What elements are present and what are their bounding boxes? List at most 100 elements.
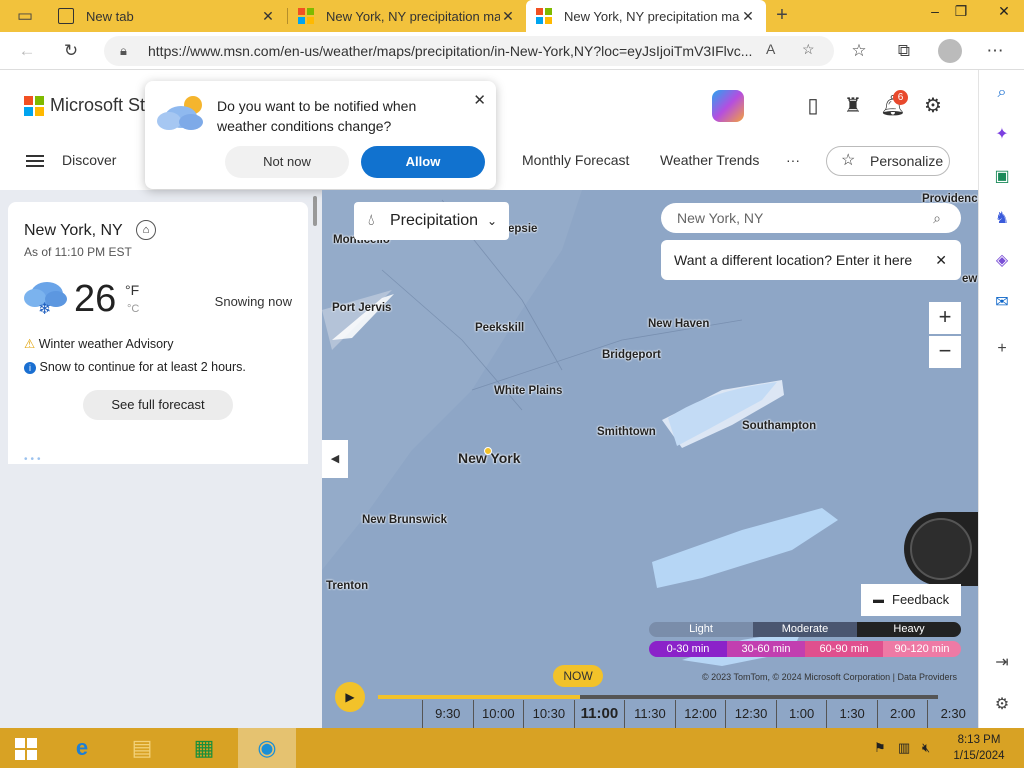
tab-new-tab[interactable]: New tab ✕ [48,0,286,32]
tab-precip-map-1[interactable]: New York, NY precipitation map ✕ [288,0,526,32]
tab-actions-icon[interactable]: ▭ [14,5,36,27]
internet-explorer-icon[interactable]: e [56,728,108,768]
nav-more-icon[interactable]: ··· [786,152,800,168]
advisory-alert[interactable]: ⚠ Winter weather Advisory [24,336,173,351]
info-icon: i [24,362,36,374]
people-icon[interactable]: ♞ [991,208,1013,230]
legend-light: Light [649,622,753,637]
windows-start-icon[interactable] [0,728,52,768]
nav-discover[interactable]: Discover [62,152,116,168]
map-label-smithtown: Smithtown [597,426,656,438]
collapse-panel-icon[interactable]: ◀ [322,440,348,478]
address-bar[interactable]: 🔒︎ https://www.msn.com/en-us/weather/map… [104,36,834,66]
sparkle-star-icon: ☆ [841,152,856,169]
read-aloud-icon[interactable]: A [766,41,775,57]
more-menu-icon[interactable]: ⋯ [984,40,1006,62]
unit-fahrenheit-toggle[interactable]: °F [125,282,139,298]
maximize-button[interactable]: ❐ [946,0,976,24]
home-icon[interactable]: ⌂ [136,220,156,240]
timeline-track[interactable] [378,695,938,699]
current-weather-card: New York, NY ⌂ As of 11:10 PM EST ❄ 26 °… [8,202,308,465]
nav-monthly-forecast[interactable]: Monthly Forecast [522,152,629,168]
settings-gear-icon[interactable]: ⚙ [991,694,1013,716]
timeline-time-9[interactable]: 2:00 [876,700,928,728]
back-icon[interactable]: ← [16,40,38,62]
new-tab-button[interactable]: + [771,4,793,26]
office-icon[interactable]: ◈ [991,250,1013,272]
favorites-icon[interactable]: ☆ [848,40,870,62]
store-icon[interactable]: ▦ [178,728,230,768]
location-pin-icon [484,447,492,455]
close-tab-icon[interactable]: ✕ [260,8,276,25]
advisory-label: Winter weather Advisory [38,337,174,351]
panel-scrollbar[interactable] [313,196,317,226]
close-icon[interactable]: ✕ [473,91,486,109]
close-icon[interactable]: ✕ [935,240,947,280]
precipitation-map[interactable]: Providence Monticello epsie Port Jervis … [322,190,978,728]
feedback-button[interactable]: ▬ Feedback [861,584,961,616]
rewards-trophy-icon[interactable]: ♜ [839,92,867,120]
timeline-time-6[interactable]: 12:30 [725,700,776,728]
copilot-icon[interactable] [712,90,744,122]
location-search-input[interactable]: New York, NY ⌕ [661,203,961,233]
sidebar-collapse-icon[interactable]: ⇥ [991,652,1013,674]
search-icon[interactable]: ⌕ [933,203,941,233]
settings-gear-icon[interactable]: ⚙ [919,92,947,120]
msn-icon [536,8,552,24]
timeline-time-5[interactable]: 12:00 [674,700,726,728]
profile-avatar[interactable] [938,39,962,63]
refresh-icon[interactable]: ↻ [60,40,82,62]
timeline-time-10[interactable]: 2:30 [927,700,978,728]
close-tab-icon[interactable]: ✕ [740,8,756,25]
see-full-forecast-button[interactable]: See full forecast [83,390,233,420]
tab-precip-map-2[interactable]: New York, NY precipitation map ✕ [526,0,766,32]
partly-cloudy-icon [157,96,203,130]
nav-weather-trends[interactable]: Weather Trends [660,152,759,168]
brand-name[interactable]: Microsoft Sta [50,95,155,116]
personalize-button[interactable]: ☆ Personalize [826,146,950,176]
map-label-new-brunswick: New Brunswick [362,514,447,526]
flag-icon[interactable]: ⚑ [874,740,886,756]
timeline-time-4[interactable]: 11:30 [624,700,675,728]
timeline-time-8[interactable]: 1:30 [826,700,877,728]
search-icon[interactable]: ⌕ [991,82,1013,104]
not-now-button[interactable]: Not now [225,146,349,178]
edge-browser-icon[interactable]: ◉ [238,728,296,768]
timeline-time-0[interactable]: 9:30 [422,700,473,728]
map-label-bridgeport: Bridgeport [602,349,661,361]
tab-title: New tab [86,8,134,24]
legend-moderate: Moderate [753,622,857,637]
unit-celsius-toggle[interactable]: °C [127,303,139,315]
volume-muted-icon[interactable]: 🔇︎ [922,740,930,756]
hamburger-menu-icon[interactable] [26,155,44,167]
legend-60-90: 60-90 min [805,641,883,657]
collections-icon[interactable]: ⧉ [893,40,915,62]
layer-dropdown[interactable]: 💧︎ Precipitation ⌄ [354,202,509,240]
add-favorite-icon[interactable]: ☆ [802,41,815,58]
timeline-time-7[interactable]: 1:00 [775,700,827,728]
mobile-icon[interactable]: ▯ [799,92,827,120]
timeline-time-2[interactable]: 10:30 [523,700,574,728]
timeline-time-3[interactable]: 11:00 [573,700,625,728]
system-clock[interactable]: 8:13 PM 1/15/2024 [944,732,1014,764]
zoom-in-button[interactable]: + [929,302,961,334]
timeline-time-1[interactable]: 10:00 [472,700,524,728]
close-window-button[interactable]: ✕ [984,0,1024,24]
copilot-sparkle-icon[interactable]: ✦ [991,124,1013,146]
file-explorer-icon[interactable]: ▤ [116,728,168,768]
close-tab-icon[interactable]: ✕ [500,8,516,25]
zoom-out-button[interactable]: − [929,336,961,368]
city-name[interactable]: New York, NY [24,222,123,240]
outlook-icon[interactable]: ✉ [991,292,1013,314]
layer-label: Precipitation [390,212,479,229]
add-icon[interactable]: + [991,338,1013,360]
chevron-down-icon: ⌄ [486,214,497,228]
timeline-times: 9:30 10:00 10:30 11:00 11:30 12:00 12:30 1:00 1:… [422,700,978,728]
network-icon[interactable]: ▥ [898,740,910,756]
allow-button[interactable]: Allow [361,146,485,178]
location-tooltip: Want a different location? Enter it here… [661,240,961,280]
map-label-peekskill: Peekskill [475,322,525,334]
play-button[interactable]: ▶ [335,682,365,712]
tools-briefcase-icon[interactable]: ▣ [991,166,1013,188]
map-orientation-dial[interactable] [904,512,978,586]
